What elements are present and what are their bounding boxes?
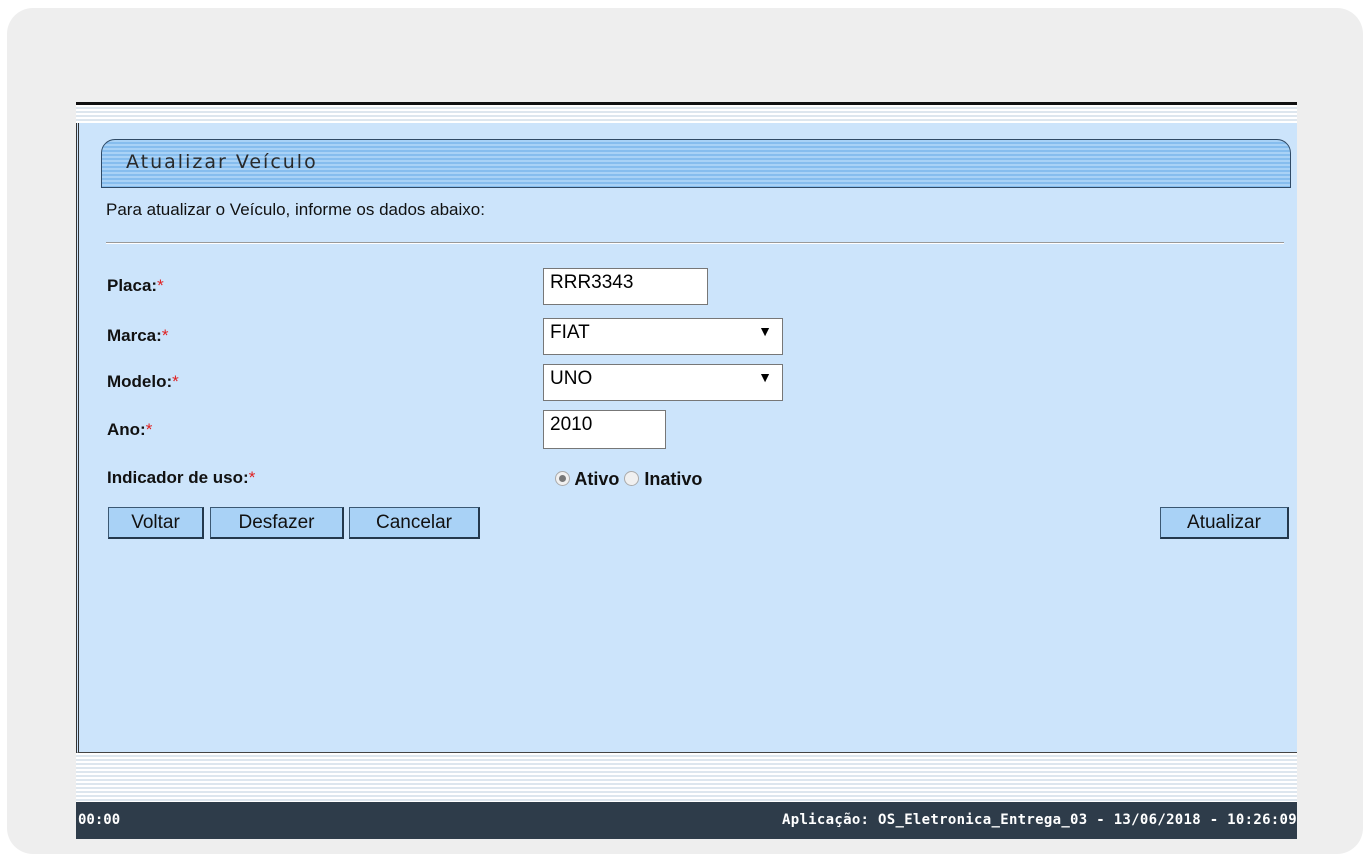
status-timer: 00:00 (78, 812, 121, 828)
radio-inativo[interactable] (624, 470, 640, 486)
app-frame: Atualizar Veículo Para atualizar o Veícu… (76, 102, 1297, 839)
form-instructions: Para atualizar o Veículo, informe os dad… (106, 200, 485, 219)
placa-input[interactable]: RRR3343 (543, 268, 708, 305)
required-mark: * (157, 276, 164, 295)
voltar-button[interactable]: Voltar (108, 507, 204, 539)
dropdown-arrow-icon: ▼ (758, 369, 772, 385)
marca-select[interactable]: FIAT ▼ (543, 318, 783, 355)
indicador-radio-group: Ativo Inativo (555, 469, 702, 490)
divider (106, 242, 1284, 244)
required-mark: * (172, 372, 179, 391)
radio-ativo[interactable] (555, 470, 570, 486)
status-bar: 00:00 Aplicação: OS_Eletronica_Entrega_0… (76, 802, 1297, 839)
marca-label: Marca:* (107, 326, 169, 345)
form-panel: Atualizar Veículo Para atualizar o Veícu… (76, 123, 1297, 753)
top-stripes (76, 105, 1297, 123)
required-mark: * (145, 420, 153, 439)
radio-ativo-label: Ativo (574, 469, 620, 489)
indicador-label: Indicador de uso:* (107, 468, 256, 487)
modelo-label: Modelo:* (107, 372, 179, 391)
placa-label: Placa:* (107, 276, 164, 295)
radio-inativo-label: Inativo (644, 469, 703, 489)
modelo-select[interactable]: UNO ▼ (543, 364, 783, 401)
cancelar-button[interactable]: Cancelar (349, 507, 480, 539)
dropdown-arrow-icon: ▼ (758, 323, 772, 339)
atualizar-button[interactable]: Atualizar (1160, 507, 1289, 539)
status-application-info: Aplicação: OS_Eletronica_Entrega_03 - 13… (782, 812, 1297, 828)
required-mark: * (161, 326, 169, 345)
title-bar: Atualizar Veículo (101, 139, 1291, 188)
ano-label: Ano:* (107, 420, 153, 439)
page-title: Atualizar Veículo (126, 151, 318, 173)
required-mark: * (248, 468, 256, 487)
desfazer-button[interactable]: Desfazer (210, 507, 344, 539)
ano-input[interactable]: 2010 (543, 410, 666, 449)
bottom-stripes (76, 753, 1297, 802)
